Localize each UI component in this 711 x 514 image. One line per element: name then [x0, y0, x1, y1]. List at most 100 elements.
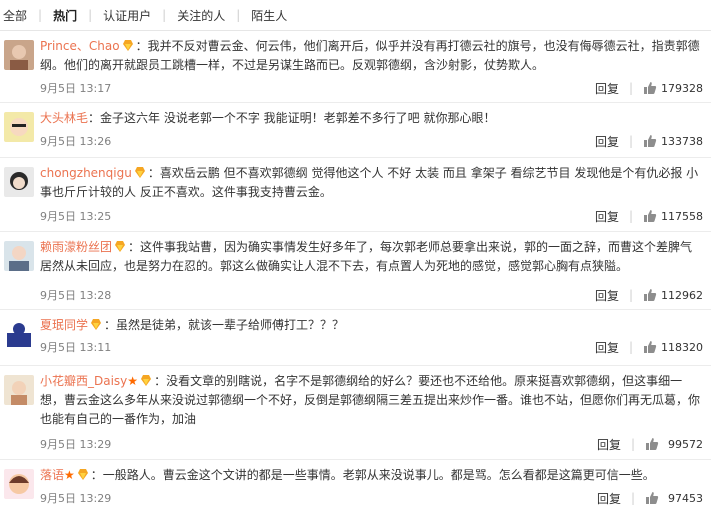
comment-content: 赖雨濛粉丝团 ：这件事我站曹，因为确实事情发生好多年了，每次郭老师总要拿出来说，郭… — [40, 238, 703, 276]
reply-button[interactable]: 回复 — [595, 133, 619, 150]
comment-item: 夏珉同学 ：虽然是徒弟，就该一辈子给师傅打工？？？ 9月5日 13:11 回复 |… — [0, 310, 711, 366]
comment-content: 落语★ ：一般路人。曹云金这个文讲的都是一些事情。老郭从来没说事儿。都是骂。怎么看… — [40, 466, 703, 485]
like-count: 97453 — [668, 491, 703, 505]
like-count: 99572 — [668, 437, 703, 451]
comment-meta: 9月5日 13:28 回复 | 112962 — [40, 286, 703, 304]
comment-time: 9月5日 13:29 — [40, 492, 112, 505]
action-divider: | — [628, 209, 633, 223]
comment-item: 大头林毛：金子这六年 没说老郭一个不字 我能证明！老郭差不多行了吧 就你那心眼！… — [0, 103, 711, 158]
reply-button[interactable]: 回复 — [595, 80, 619, 97]
comment-content: 小花瓣西_Daisy★ ：没看文章的别瞎说，名字不是郭德纲给的好么？要还也不还给他… — [40, 372, 703, 429]
like-button[interactable]: 112962 — [643, 288, 703, 302]
vip-badge-icon[interactable] — [121, 38, 135, 52]
comment-meta: 9月5日 13:25 回复 | 117558 — [40, 207, 703, 225]
reply-button[interactable]: 回复 — [597, 490, 621, 507]
thumbs-up-icon — [644, 289, 657, 301]
avatar-icon — [4, 469, 34, 499]
comment-time: 9月5日 13:25 — [40, 210, 112, 223]
action-divider: | — [628, 340, 633, 354]
avatar[interactable] — [4, 167, 34, 197]
tab-strangers[interactable]: 陌生人 — [250, 7, 288, 24]
comment-content: 夏珉同学 ：虽然是徒弟，就该一辈子给师傅打工？？？ — [40, 316, 703, 335]
comment-time: 9月5日 13:17 — [40, 82, 112, 95]
comment-time: 9月5日 13:26 — [40, 135, 112, 148]
reply-button[interactable]: 回复 — [595, 208, 619, 225]
like-count: 118320 — [661, 340, 703, 354]
username-link[interactable]: 赖雨濛粉丝团 — [40, 240, 112, 254]
like-button[interactable]: 97453 — [645, 491, 703, 505]
comment-text: ：一般路人。曹云金这个文讲的都是一些事情。老郭从来没说事儿。都是骂。怎么看都是这… — [90, 468, 655, 482]
action-divider: | — [628, 81, 633, 95]
action-divider: | — [628, 134, 633, 148]
thumbs-up-icon — [644, 341, 657, 353]
comment-item: chongzhenqigu ：喜欢岳云鹏 但不喜欢郭德纲 觉得他这个人 不好 太装… — [0, 158, 711, 232]
comment-text: ：金子这六年 没说老郭一个不字 我能证明！老郭差不多行了吧 就你那心眼！ — [88, 111, 496, 125]
comment-meta: 9月5日 13:26 回复 | 133738 — [40, 132, 703, 150]
vip-badge-icon[interactable] — [113, 239, 127, 253]
avatar[interactable] — [4, 40, 34, 70]
tab-divider: | — [88, 8, 93, 22]
comment-meta: 9月5日 13:11 回复 | 118320 — [40, 338, 703, 356]
vip-badge-icon[interactable] — [89, 317, 103, 331]
avatar-icon — [4, 112, 34, 142]
comment-item: 赖雨濛粉丝团 ：这件事我站曹，因为确实事情发生好多年了，每次郭老师总要拿出来说，郭… — [0, 232, 711, 310]
avatar[interactable] — [4, 241, 34, 271]
comment-filter-tabs: 全部 | 热门 | 认证用户 | 关注的人 | 陌生人 — [0, 0, 711, 31]
like-count: 179328 — [661, 81, 703, 95]
tab-divider: | — [162, 8, 167, 22]
comment-meta: 9月5日 13:17 回复 | 179328 — [40, 79, 703, 97]
tab-following[interactable]: 关注的人 — [176, 7, 226, 24]
comment-text: ：我并不反对曹云金、何云伟，他们离开后，似乎并没有再打德云社的旗号，也没有侮辱德… — [40, 39, 700, 72]
thumbs-up-icon — [644, 82, 657, 94]
action-divider: | — [628, 288, 633, 302]
avatar-icon — [4, 167, 34, 197]
avatar[interactable] — [4, 112, 34, 142]
comment-content: Prince、Chao ：我并不反对曹云金、何云伟，他们离开后，似乎并没有再打德云… — [40, 37, 703, 75]
avatar[interactable] — [4, 375, 34, 405]
avatar-icon — [4, 375, 34, 405]
vip-badge-icon[interactable] — [133, 165, 147, 179]
username-link[interactable]: Prince、Chao — [40, 39, 120, 53]
reply-button[interactable]: 回复 — [597, 436, 621, 453]
like-button[interactable]: 179328 — [643, 81, 703, 95]
vip-badge-icon[interactable] — [76, 467, 90, 481]
comment-time: 9月5日 13:28 — [40, 289, 112, 302]
comment-actions: 回复 | 133738 — [595, 133, 703, 150]
comment-item: 小花瓣西_Daisy★ ：没看文章的别瞎说，名字不是郭德纲给的好么？要还也不还给他… — [0, 366, 711, 460]
comment-text: ：虽然是徒弟，就该一辈子给师傅打工？？？ — [104, 318, 345, 332]
username-link[interactable]: 小花瓣西_Daisy — [40, 374, 127, 388]
star-badge-icon[interactable]: ★ — [127, 374, 138, 388]
comment-item: 落语★ ：一般路人。曹云金这个文讲的都是一些事情。老郭从来没说事儿。都是骂。怎么看… — [0, 460, 711, 514]
comment-actions: 回复 | 99572 — [597, 436, 703, 453]
username-link[interactable]: 夏珉同学 — [40, 318, 88, 332]
thumbs-up-icon — [644, 135, 657, 147]
vip-badge-icon[interactable] — [139, 373, 153, 387]
reply-button[interactable]: 回复 — [595, 287, 619, 304]
username-link[interactable]: 大头林毛 — [40, 111, 88, 125]
like-button[interactable]: 133738 — [643, 134, 703, 148]
like-count: 117558 — [661, 209, 703, 223]
comment-time: 9月5日 13:11 — [40, 341, 112, 354]
tab-hot[interactable]: 热门 — [52, 7, 78, 24]
reply-button[interactable]: 回复 — [595, 339, 619, 356]
like-button[interactable]: 117558 — [643, 209, 703, 223]
comment-content: chongzhenqigu ：喜欢岳云鹏 但不喜欢郭德纲 觉得他这个人 不好 太装… — [40, 164, 703, 202]
thumbs-up-icon — [644, 210, 657, 222]
avatar[interactable] — [4, 319, 34, 349]
avatar-icon — [4, 241, 34, 271]
thumbs-up-icon — [646, 438, 659, 450]
comment-text: ：这件事我站曹，因为确实事情发生好多年了，每次郭老师总要拿出来说，郭的一面之辞，… — [40, 240, 693, 273]
tab-all[interactable]: 全部 — [2, 7, 28, 24]
avatar[interactable] — [4, 469, 34, 499]
comment-actions: 回复 | 179328 — [595, 80, 703, 97]
star-badge-icon[interactable]: ★ — [64, 468, 75, 482]
tab-verified-users[interactable]: 认证用户 — [102, 7, 152, 24]
username-link[interactable]: chongzhenqigu — [40, 166, 132, 180]
action-divider: | — [630, 437, 635, 451]
comment-actions: 回复 | 117558 — [595, 208, 703, 225]
comment-actions: 回复 | 112962 — [595, 287, 703, 304]
like-button[interactable]: 118320 — [643, 340, 703, 354]
username-link[interactable]: 落语 — [40, 468, 64, 482]
like-button[interactable]: 99572 — [645, 437, 703, 451]
comment-actions: 回复 | 97453 — [597, 490, 703, 507]
